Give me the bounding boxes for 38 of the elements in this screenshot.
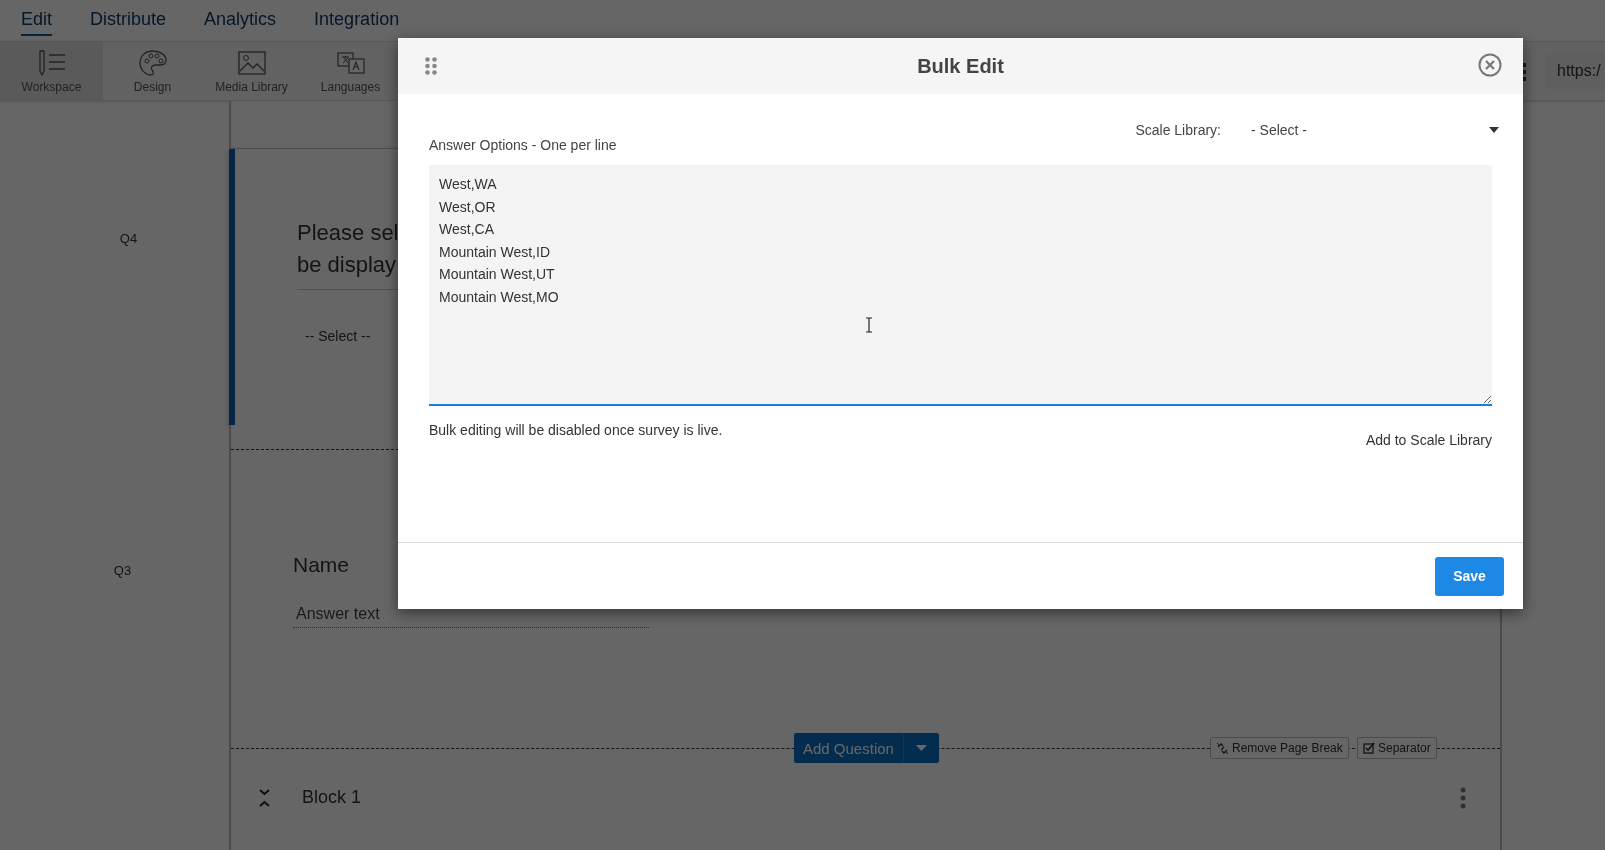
caret-down-icon: [915, 745, 927, 752]
nav-tab[interactable]: Analytics: [204, 5, 277, 36]
caret-down-icon: [1489, 127, 1499, 133]
toolbar-button[interactable]: Languages: [301, 42, 400, 100]
toolbar-button[interactable]: Workspace: [0, 42, 103, 100]
dialog-title: Bulk Edit: [917, 54, 1004, 78]
separator-button[interactable]: Separator: [1357, 737, 1437, 760]
close-button[interactable]: [1478, 53, 1502, 77]
note-text: Bulk editing will be disabled once survey is live.: [429, 422, 723, 438]
save-button[interactable]: Save: [1435, 556, 1504, 596]
list-pencil-icon: [36, 48, 67, 77]
toolbar-button[interactable]: Media Library: [202, 42, 301, 100]
drag-handle-icon: [425, 57, 437, 75]
field-label: Answer Options - One per line: [429, 137, 617, 153]
nav-tab[interactable]: Edit: [21, 5, 53, 36]
text-cursor-icon: [865, 317, 873, 333]
select-dropdown[interactable]: -- Select --: [305, 327, 371, 344]
nav-tab[interactable]: Integration: [314, 5, 400, 36]
field-label: Scale Library:: [1135, 122, 1221, 138]
collapse-icon: [259, 788, 270, 807]
image-icon: [236, 48, 267, 77]
palette-icon: [137, 48, 168, 77]
nav-tab[interactable]: Distribute: [90, 5, 167, 36]
question-title: Name: [293, 553, 350, 578]
toolbar-button[interactable]: Design: [103, 42, 202, 100]
question-number: Q4: [119, 230, 138, 248]
close-icon: [1478, 53, 1502, 77]
checkbox-icon: [1363, 742, 1375, 755]
answer-options-field[interactable]: West,WA West,OR West,CA Mountain West,ID Mountain West,UT Mountain West,MO: [429, 165, 1492, 406]
broken-link-icon: [1216, 741, 1229, 755]
question-number: Q3: [113, 563, 132, 581]
block-title: Block 1: [302, 786, 362, 808]
question-text: be display: [297, 250, 397, 279]
question-text: Please sel: [297, 218, 399, 247]
more-vertical-icon: [1460, 786, 1466, 809]
add-to-scale-library-link[interactable]: Add to Scale Library: [1365, 432, 1492, 448]
scale-library-select[interactable]: - Select -: [1249, 122, 1501, 138]
remove-page-break-button[interactable]: Remove Page Break: [1210, 737, 1349, 760]
